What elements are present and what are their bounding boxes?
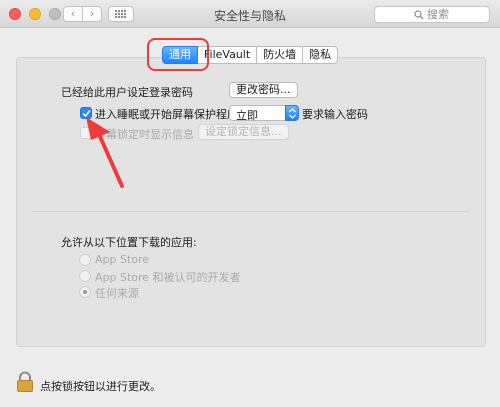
lock-icon[interactable]	[16, 371, 34, 393]
lock-hint-text: 点按锁按钮以进行更改。	[40, 380, 161, 393]
annotation-arrow	[86, 117, 124, 188]
preferences-window: ‹ › 安全性与隐私 已经给此用户设定登录密码 更改密码...	[0, 0, 500, 407]
